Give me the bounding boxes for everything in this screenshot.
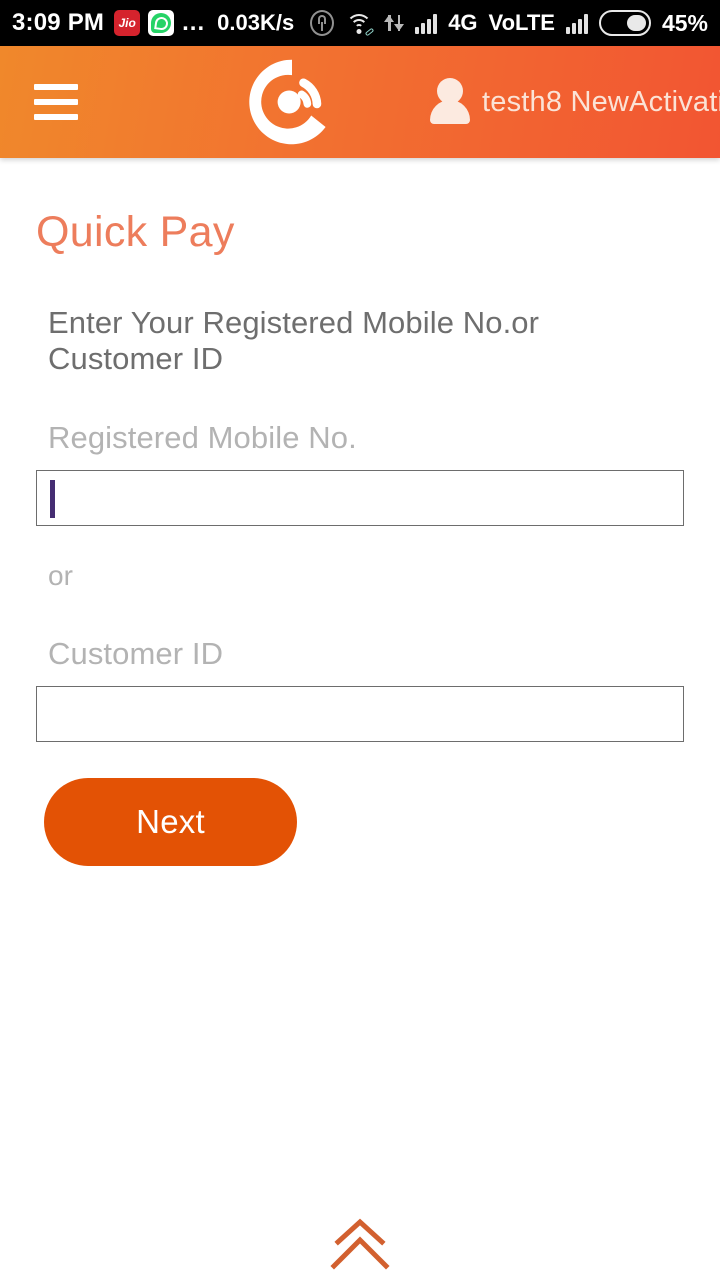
mobile-number-input[interactable] [36,470,684,527]
status-bar: 3:09 PM Jio ... 0.03K/s 4G VoLTE 45% [0,0,720,46]
next-button[interactable]: Next [44,778,297,867]
volte-text: VoLTE [488,10,555,35]
user-account-area[interactable]: testh8 NewActivation [430,78,720,126]
quick-pay-form: Enter Your Registered Mobile No.or Custo… [36,305,684,867]
app-header: testh8 NewActivation [0,46,720,158]
customer-id-input[interactable] [36,686,684,743]
form-instruction-text: Enter Your Registered Mobile No.or Custo… [48,305,540,376]
signal-bars-icon [415,12,438,34]
user-name-label: testh8 NewActivation [482,85,720,118]
headset-icon [310,10,335,36]
page-title: Quick Pay [36,208,235,256]
network-speed-text: 0.03K/s [217,10,295,35]
app-screen: 3:09 PM Jio ... 0.03K/s 4G VoLTE 45% tes… [0,0,720,1280]
mobile-number-label: Registered Mobile No. [48,420,357,456]
notification-overflow-icon: ... [182,9,206,36]
or-separator-label: or [48,560,74,592]
customer-id-label: Customer ID [48,636,224,672]
network-type-text: 4G [448,10,478,35]
status-bar-right-group: 4G VoLTE 45% [310,10,708,37]
status-time: 3:09 PM [12,9,105,36]
battery-icon [598,10,651,36]
hamburger-menu-icon[interactable] [34,84,78,120]
double-chevron-up-icon[interactable] [328,1216,392,1272]
text-caret [50,480,55,519]
battery-fill [627,15,646,31]
whatsapp-icon [148,10,175,36]
battery-percent-text: 45% [661,9,708,36]
jio-icon: Jio [114,10,141,36]
data-transfer-icon [384,11,405,35]
signal-bars-icon-secondary [565,12,588,34]
jio-icon-label: Jio [118,16,136,30]
whatsapp-bubble [151,13,172,33]
page-content: Quick Pay Enter Your Registered Mobile N… [0,158,720,867]
wifi-icon [345,12,375,37]
app-logo-icon [249,59,326,145]
user-avatar-icon [430,78,470,126]
